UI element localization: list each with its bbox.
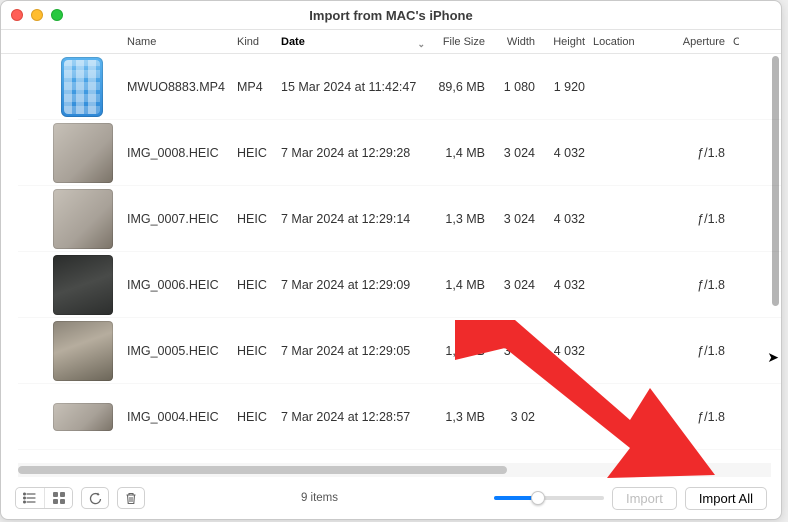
column-header-aperture[interactable]: Aperture xyxy=(669,36,729,48)
cell-date: 7 Mar 2024 at 12:29:14 xyxy=(277,212,429,226)
column-header-kind[interactable]: Kind xyxy=(233,36,277,48)
thumbnail-cell xyxy=(18,123,123,183)
status-text: 9 items xyxy=(153,492,486,504)
slider-knob[interactable] xyxy=(531,491,545,505)
table-row[interactable]: IMG_0007.HEICHEIC7 Mar 2024 at 12:29:141… xyxy=(18,186,781,252)
close-window-button[interactable] xyxy=(11,9,23,21)
column-header-date-label: Date xyxy=(281,36,305,48)
maximize-window-button[interactable] xyxy=(51,9,63,21)
cell-name: IMG_0007.HEIC xyxy=(123,212,233,226)
cell-size: 89,6 MB xyxy=(429,80,489,94)
cell-size: 1,3 MB xyxy=(429,212,489,226)
cell-size: 1,6 MB xyxy=(429,344,489,358)
cell-aperture: ƒ/1.8 xyxy=(669,410,729,424)
thumbnail-icon xyxy=(53,123,113,183)
cell-size: 1,4 MB xyxy=(429,146,489,160)
window-title: Import from MAC's iPhone xyxy=(1,8,781,23)
table-row[interactable]: IMG_0008.HEICHEIC7 Mar 2024 at 12:29:281… xyxy=(18,120,781,186)
thumbnail-icon xyxy=(53,321,113,381)
cell-date: 7 Mar 2024 at 12:28:57 xyxy=(277,410,429,424)
cell-size: 1,3 MB xyxy=(429,410,489,424)
cell-width: 3 02 xyxy=(489,410,539,424)
delete-button[interactable] xyxy=(117,487,145,509)
column-header-name[interactable]: Name xyxy=(123,36,233,48)
thumbnail-icon xyxy=(53,403,113,431)
column-header-extra[interactable]: C xyxy=(729,36,739,48)
thumbnail-cell xyxy=(18,403,123,431)
cell-date: 15 Mar 2024 at 11:42:47 xyxy=(277,80,429,94)
file-list: MWUO8883.MP4MP415 Mar 2024 at 11:42:4789… xyxy=(1,54,781,463)
cell-kind: HEIC xyxy=(233,410,277,424)
table-row[interactable]: MWUO8883.MP4MP415 Mar 2024 at 11:42:4789… xyxy=(18,54,781,120)
cell-size: 1,4 MB xyxy=(429,278,489,292)
import-all-button[interactable]: Import All xyxy=(685,487,767,510)
cell-name: IMG_0004.HEIC xyxy=(123,410,233,424)
horizontal-scrollbar-track[interactable] xyxy=(18,463,771,477)
cell-date: 7 Mar 2024 at 12:29:09 xyxy=(277,278,429,292)
horizontal-scrollbar[interactable] xyxy=(18,466,507,474)
view-mode-segment xyxy=(15,487,73,509)
cell-date: 7 Mar 2024 at 12:29:28 xyxy=(277,146,429,160)
cell-aperture: ƒ/1.8 xyxy=(669,146,729,160)
cell-kind: MP4 xyxy=(233,80,277,94)
sort-descending-icon: ⌄ xyxy=(417,39,425,48)
grid-view-button[interactable] xyxy=(44,488,72,508)
cell-height: 4 032 xyxy=(539,146,589,160)
cell-width: 3 024 xyxy=(489,344,539,358)
cell-kind: HEIC xyxy=(233,344,277,358)
cell-width: 3 024 xyxy=(489,146,539,160)
rotate-icon xyxy=(89,492,102,505)
table-row[interactable]: IMG_0005.HEICHEIC7 Mar 2024 at 12:29:051… xyxy=(18,318,781,384)
cursor-icon: ➤ xyxy=(767,349,779,366)
cell-date: 7 Mar 2024 at 12:29:05 xyxy=(277,344,429,358)
cell-name: IMG_0006.HEIC xyxy=(123,278,233,292)
table-row[interactable]: IMG_0006.HEICHEIC7 Mar 2024 at 12:29:091… xyxy=(18,252,781,318)
titlebar: Import from MAC's iPhone xyxy=(1,1,781,30)
rotate-button[interactable] xyxy=(81,487,109,509)
thumbnail-icon xyxy=(61,57,103,117)
import-window: Import from MAC's iPhone Name Kind Date … xyxy=(0,0,782,520)
list-view-button[interactable] xyxy=(16,488,44,508)
import-selected-button[interactable]: Import xyxy=(612,487,677,510)
cell-height: 1 920 xyxy=(539,80,589,94)
column-header-location[interactable]: Location xyxy=(589,36,669,48)
list-view-icon xyxy=(23,492,37,504)
cell-width: 3 024 xyxy=(489,212,539,226)
cell-height: 4 032 xyxy=(539,344,589,358)
grid-view-icon xyxy=(53,492,65,504)
thumbnail-cell xyxy=(18,57,123,117)
cell-name: MWUO8883.MP4 xyxy=(123,80,233,94)
column-header-width[interactable]: Width xyxy=(489,36,539,48)
table-row[interactable]: IMG_0004.HEICHEIC7 Mar 2024 at 12:28:571… xyxy=(18,384,781,450)
cell-aperture: ƒ/1.8 xyxy=(669,278,729,292)
cell-width: 3 024 xyxy=(489,278,539,292)
cell-height: 4 032 xyxy=(539,278,589,292)
cell-name: IMG_0008.HEIC xyxy=(123,146,233,160)
cell-name: IMG_0005.HEIC xyxy=(123,344,233,358)
cell-width: 1 080 xyxy=(489,80,539,94)
trash-icon xyxy=(125,492,137,505)
thumbnail-cell xyxy=(18,321,123,381)
thumbnail-icon xyxy=(53,255,113,315)
thumbnail-size-slider[interactable] xyxy=(494,496,604,500)
cell-height: 4 032 xyxy=(539,212,589,226)
minimize-window-button[interactable] xyxy=(31,9,43,21)
cell-kind: HEIC xyxy=(233,278,277,292)
thumbnail-cell xyxy=(18,255,123,315)
toolbar: 9 items Import Import All xyxy=(1,477,781,519)
column-header-date[interactable]: Date ⌄ xyxy=(277,36,429,48)
column-header-height[interactable]: Height xyxy=(539,36,589,48)
thumbnail-cell xyxy=(18,189,123,249)
column-header-file-size[interactable]: File Size xyxy=(429,36,489,48)
window-controls xyxy=(11,9,63,21)
thumbnail-icon xyxy=(53,189,113,249)
cell-aperture: ƒ/1.8 xyxy=(669,344,729,358)
cell-kind: HEIC xyxy=(233,146,277,160)
column-headers: Name Kind Date ⌄ File Size Width Height … xyxy=(1,30,781,54)
cell-aperture: ƒ/1.8 xyxy=(669,212,729,226)
cell-kind: HEIC xyxy=(233,212,277,226)
